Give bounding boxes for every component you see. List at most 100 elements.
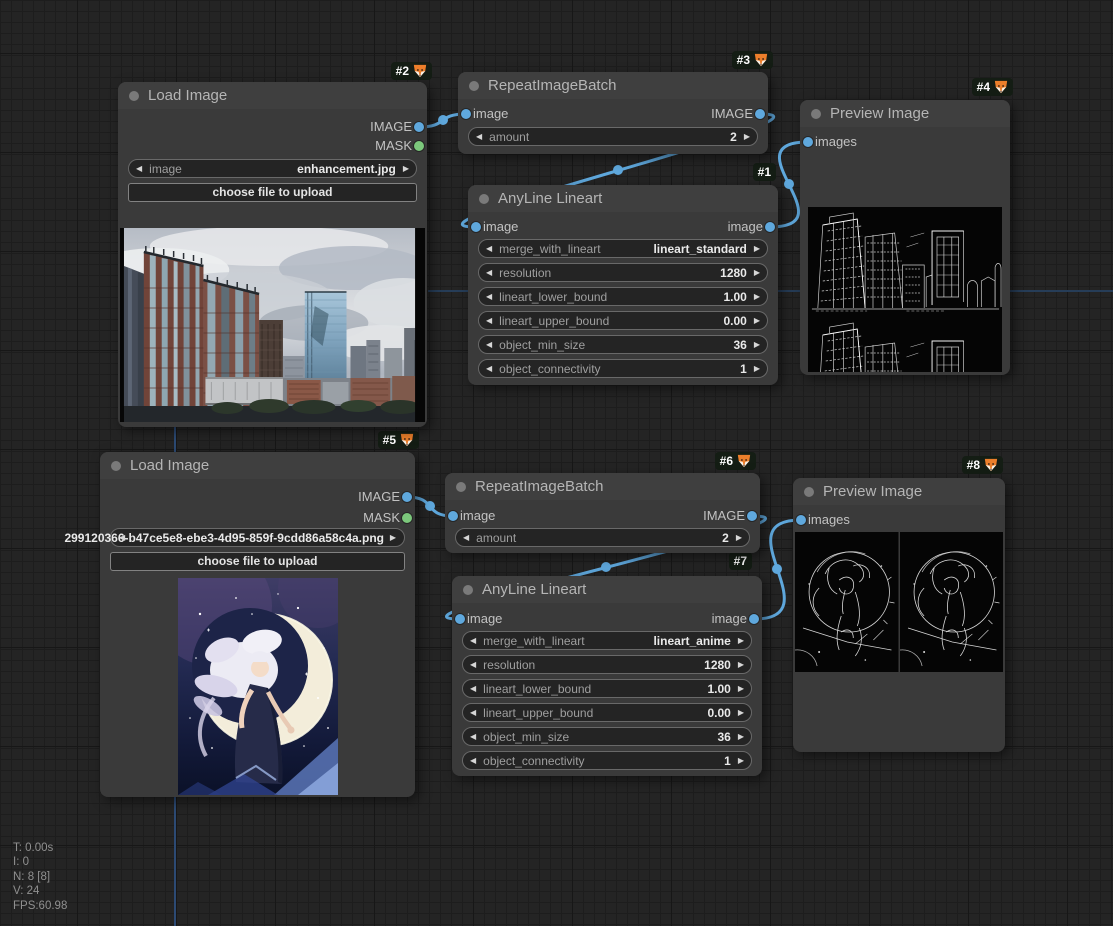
fox-icon [754,53,768,67]
choose-file-button[interactable]: choose file to upload [128,183,417,202]
collapse-dot[interactable] [804,487,814,497]
amount-widget[interactable]: ◀ amount 2 ▶ [468,127,758,146]
collapse-dot[interactable] [456,482,466,492]
increment-arrow[interactable]: ▶ [737,133,757,141]
output-port-image[interactable] [402,492,412,502]
input-port-image[interactable] [461,109,471,119]
image-combo-widget[interactable]: ◀ image enhancement.jpg ▶ [128,159,417,178]
prev-arrow[interactable]: ◀ [479,245,499,253]
input-port-image[interactable] [471,222,481,232]
node-anyline-lineart-1[interactable]: AnyLine Lineart image image ◀ merge_with… [468,185,778,385]
input-port-images[interactable] [796,515,806,525]
next-arrow[interactable]: ▶ [747,293,767,301]
combo-next-arrow[interactable]: ▶ [390,534,396,542]
next-arrow[interactable]: ▶ [747,245,767,253]
node-repeat-image-batch-6[interactable]: RepeatImageBatch image IMAGE ◀ amount 2 … [445,473,760,553]
stat-nodes: N: 8 [8] [13,870,67,884]
decrement-arrow[interactable]: ◀ [469,133,489,141]
next-arrow[interactable]: ▶ [731,637,751,645]
lineart-upper-bound-widget[interactable]: ◀ lineart_upper_bound 0.00 ▶ [478,311,768,330]
output-port-mask[interactable] [414,141,424,151]
combo-prev-arrow[interactable]: ◀ [119,534,125,542]
increment-arrow[interactable]: ▶ [729,534,749,542]
prev-arrow[interactable]: ◀ [463,637,483,645]
collapse-dot[interactable] [479,194,489,204]
output-port-image[interactable] [414,122,424,132]
object-min-size-widget[interactable]: ◀ object_min_size 36 ▶ [462,727,752,746]
next-arrow[interactable]: ▶ [731,661,751,669]
next-arrow[interactable]: ▶ [731,685,751,693]
node-load-image-2[interactable]: Load Image IMAGE MASK ◀ image enhancemen… [118,82,427,427]
prev-arrow[interactable]: ◀ [463,733,483,741]
collapse-dot[interactable] [129,91,139,101]
prev-arrow[interactable]: ◀ [463,661,483,669]
decrement-arrow[interactable]: ◀ [456,534,476,542]
object-min-size-widget[interactable]: ◀ object_min_size 36 ▶ [478,335,768,354]
next-arrow[interactable]: ▶ [731,757,751,765]
combo-prev-arrow[interactable]: ◀ [129,165,149,173]
node-title-bar: Load Image [118,82,427,109]
prev-arrow[interactable]: ◀ [479,317,499,325]
input-port-image[interactable] [455,614,465,624]
next-arrow[interactable]: ▶ [731,733,751,741]
output-label: image [712,610,747,628]
node-badge: #6 [715,452,756,470]
merge-with-lineart-widget[interactable]: ◀ merge_with_lineart lineart_anime ▶ [462,631,752,650]
prev-arrow[interactable]: ◀ [479,269,499,277]
prev-arrow[interactable]: ◀ [479,293,499,301]
node-title: RepeatImageBatch [488,77,616,94]
fox-icon [984,458,998,472]
next-arrow[interactable]: ▶ [747,269,767,277]
next-arrow[interactable]: ▶ [747,365,767,373]
output-label: MASK [375,137,412,155]
output-port-mask[interactable] [402,513,412,523]
node-title: Load Image [148,87,227,104]
collapse-dot[interactable] [463,585,473,595]
loaded-image-city-photo [120,228,425,422]
choose-file-button[interactable]: choose file to upload [110,552,405,571]
node-anyline-lineart-7[interactable]: AnyLine Lineart image image ◀ merge_with… [452,576,762,776]
next-arrow[interactable]: ▶ [747,341,767,349]
node-load-image-5[interactable]: Load Image IMAGE MASK ◀ 299120366-b47ce5… [100,452,415,797]
output-port-image[interactable] [765,222,775,232]
lineart-lower-bound-widget[interactable]: ◀ lineart_lower_bound 1.00 ▶ [462,679,752,698]
image-combo-widget[interactable]: ◀ 299120366-b47ce5e8-ebe3-4d95-859f-9cdd… [110,528,405,547]
input-port-image[interactable] [448,511,458,521]
output-port-image[interactable] [755,109,765,119]
node-canvas[interactable]: #2 #3 #1 #4 #5 #6 #7 #8 Load Image IMAGE… [0,0,1113,926]
loaded-image-anime-photo [178,578,338,795]
resolution-widget[interactable]: ◀ resolution 1280 ▶ [478,263,768,282]
node-title: Load Image [130,457,209,474]
object-connectivity-widget[interactable]: ◀ object_connectivity 1 ▶ [478,359,768,378]
collapse-dot[interactable] [111,461,121,471]
combo-next-arrow[interactable]: ▶ [396,165,416,173]
fox-icon [413,64,427,78]
prev-arrow[interactable]: ◀ [479,341,499,349]
object-connectivity-widget[interactable]: ◀ object_connectivity 1 ▶ [462,751,752,770]
output-port-image[interactable] [749,614,759,624]
resolution-widget[interactable]: ◀ resolution 1280 ▶ [462,655,752,674]
node-title-bar: RepeatImageBatch [458,72,768,99]
node-repeat-image-batch-3[interactable]: RepeatImageBatch image IMAGE ◀ amount 2 … [458,72,768,154]
next-arrow[interactable]: ▶ [747,317,767,325]
prev-arrow[interactable]: ◀ [463,685,483,693]
prev-arrow[interactable]: ◀ [479,365,499,373]
prev-arrow[interactable]: ◀ [463,709,483,717]
node-preview-image-8[interactable]: Preview Image images [793,478,1005,752]
collapse-dot[interactable] [811,109,821,119]
input-label: image [467,610,502,628]
lineart-lower-bound-widget[interactable]: ◀ lineart_lower_bound 1.00 ▶ [478,287,768,306]
merge-with-lineart-widget[interactable]: ◀ merge_with_lineart lineart_standard ▶ [478,239,768,258]
collapse-dot[interactable] [469,81,479,91]
node-title: RepeatImageBatch [475,478,603,495]
next-arrow[interactable]: ▶ [731,709,751,717]
lineart-upper-bound-widget[interactable]: ◀ lineart_upper_bound 0.00 ▶ [462,703,752,722]
input-label: images [808,511,850,529]
node-title-bar: Preview Image [793,478,1005,505]
prev-arrow[interactable]: ◀ [463,757,483,765]
node-preview-image-4[interactable]: Preview Image images [800,100,1010,375]
preview-lineart-anime-1 [795,532,899,672]
amount-widget[interactable]: ◀ amount 2 ▶ [455,528,750,547]
output-port-image[interactable] [747,511,757,521]
input-port-images[interactable] [803,137,813,147]
